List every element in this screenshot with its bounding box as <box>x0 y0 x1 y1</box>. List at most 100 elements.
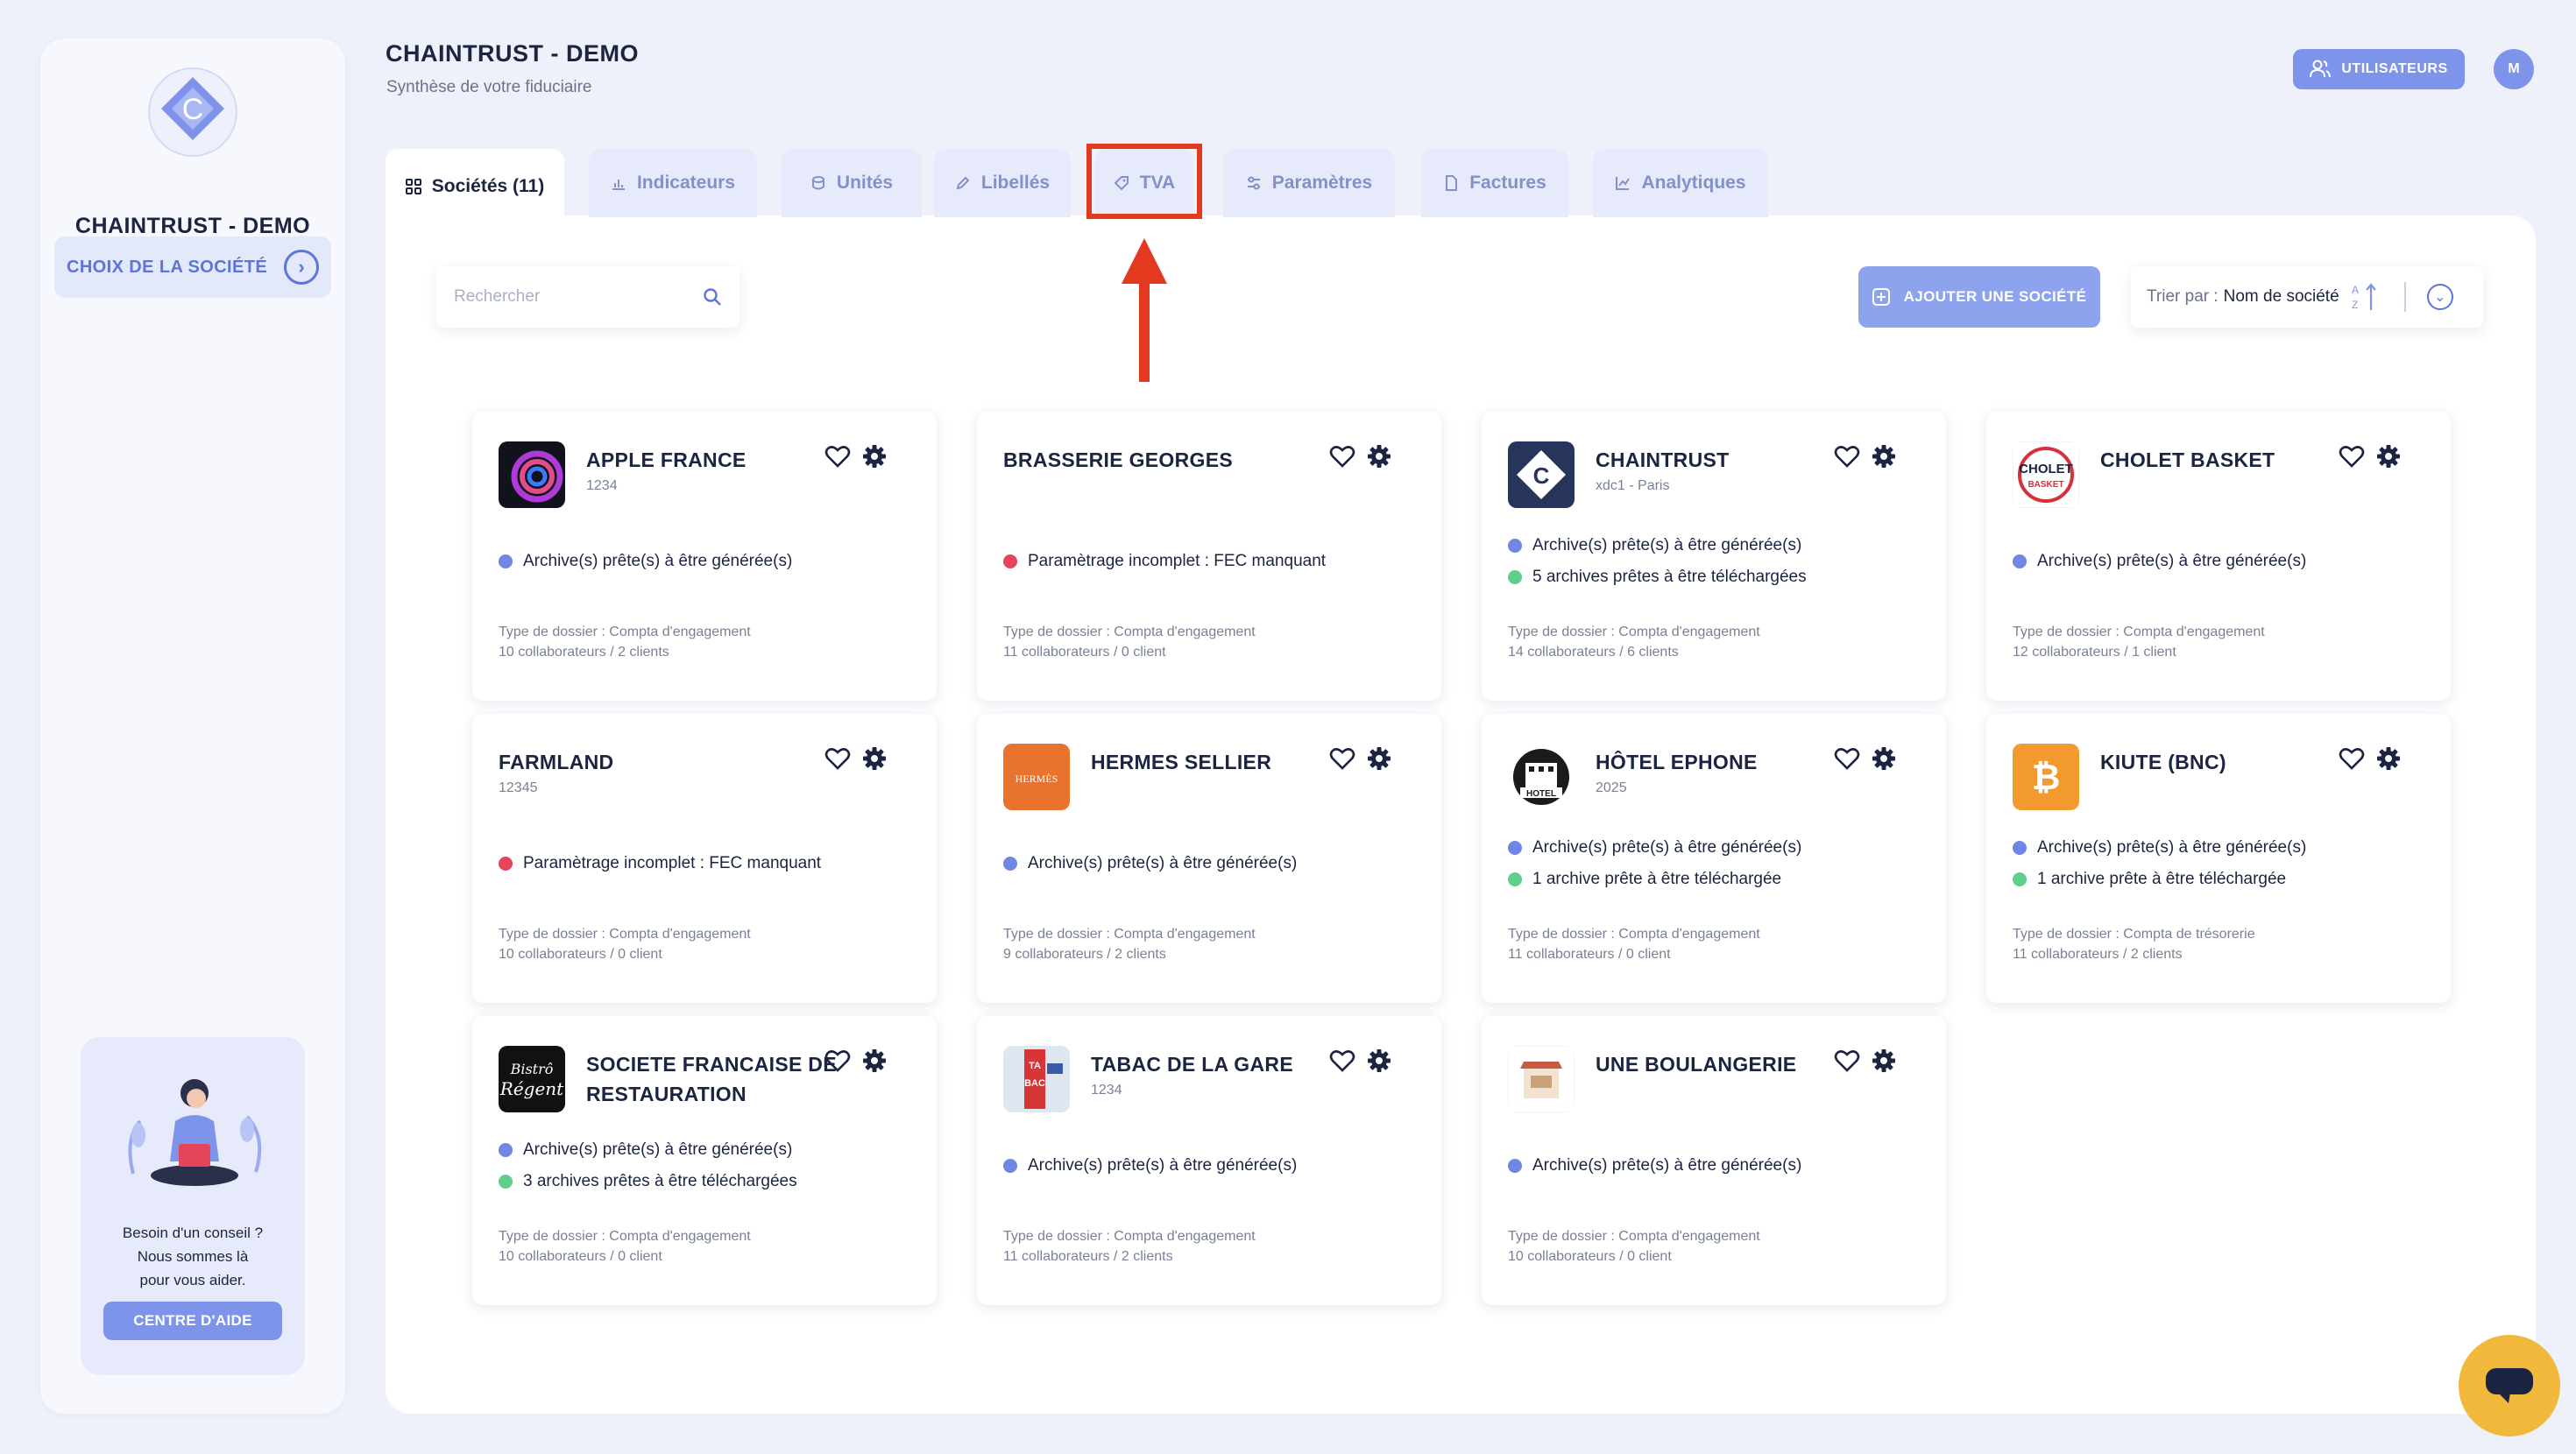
tab-unites[interactable]: Unités <box>782 149 922 217</box>
line-chart-icon <box>1616 177 1631 190</box>
status-dot <box>1508 872 1522 886</box>
sort-az-icon[interactable]: A Z <box>2352 282 2378 312</box>
search-icon[interactable] <box>703 287 722 307</box>
file-icon <box>1446 175 1458 191</box>
company-name[interactable]: UNE BOULANGERIE <box>1596 1049 1850 1079</box>
gear-icon[interactable] <box>2375 745 2402 772</box>
status-line: Archive(s) prête(s) à être générée(s) <box>1003 854 1297 873</box>
heart-icon[interactable] <box>824 745 851 772</box>
company-card[interactable]: UNE BOULANGERIE Archive(s) prête(s) à êtr… <box>1482 1016 1946 1305</box>
company-card[interactable]: TA BAC TABAC DE LA GARE 1234 Archive(s) prêt… <box>977 1016 1441 1305</box>
heart-icon[interactable] <box>1329 1048 1355 1074</box>
status-dot <box>2013 841 2027 855</box>
gear-icon[interactable] <box>861 1048 888 1074</box>
heart-icon[interactable] <box>1329 443 1355 469</box>
users-button-label: UTILISATEURS <box>2341 61 2448 76</box>
tab-factures[interactable]: Factures <box>1421 149 1568 217</box>
sort-prefix: Trier par : <box>2147 287 2219 306</box>
users-icon <box>2310 60 2332 78</box>
avatar[interactable]: M <box>2494 49 2534 89</box>
company-name[interactable]: CHOLET BASKET <box>2100 445 2354 475</box>
type-value: Compta d'engagement <box>1114 625 1256 639</box>
chat-bubble-icon <box>2486 1368 2533 1403</box>
company-name[interactable]: APPLE FRANCE <box>586 445 840 475</box>
heart-icon[interactable] <box>2339 745 2365 772</box>
company-card[interactable]: C CHAINTRUST xdc1 - Paris Archive(s) prête(… <box>1482 412 1946 701</box>
hermes-logo-icon: HERMÈS <box>1003 744 1070 810</box>
company-code: 1234 <box>586 478 618 493</box>
company-name[interactable]: SOCIETE FRANCAISE DE RESTAURATION <box>586 1049 840 1109</box>
tab-societes[interactable]: Sociétés (11) <box>386 149 564 224</box>
type-value: Compta d'engagement <box>1618 927 1760 942</box>
gear-icon[interactable] <box>1366 443 1392 469</box>
heart-icon[interactable] <box>1329 745 1355 772</box>
gear-icon[interactable] <box>1871 1048 1897 1074</box>
add-company-button[interactable]: AJOUTER UNE SOCIÉTÉ <box>1858 266 2100 328</box>
heart-icon[interactable] <box>1834 1048 1860 1074</box>
apple-logo-icon <box>499 441 565 508</box>
bakery-logo-icon <box>1508 1046 1575 1112</box>
company-card[interactable]: APPLE FRANCE 1234 Archive(s) prête(s) à êt… <box>472 412 937 701</box>
company-name[interactable]: BRASSERIE GEORGES <box>1003 445 1257 475</box>
status-text: Archive(s) prête(s) à être générée(s) <box>2037 552 2307 570</box>
tab-indicateurs[interactable]: Indicateurs <box>589 149 757 217</box>
status-line: Archive(s) prête(s) à être générée(s) <box>499 1140 792 1160</box>
heart-icon[interactable] <box>1834 745 1860 772</box>
company-name[interactable]: HERMES SELLIER <box>1091 747 1345 777</box>
svg-text:TA: TA <box>1029 1061 1041 1071</box>
gear-icon[interactable] <box>1366 745 1392 772</box>
gear-icon[interactable] <box>2375 443 2402 469</box>
pen-icon <box>956 176 970 190</box>
type-label: Type de dossier : <box>1508 927 1615 942</box>
tab-parametres[interactable]: Paramètres <box>1223 149 1395 217</box>
status-line: Archive(s) prête(s) à être générée(s) <box>1508 1156 1801 1175</box>
company-name[interactable]: CHAINTRUST <box>1596 445 1850 475</box>
gear-icon[interactable] <box>1871 443 1897 469</box>
company-name[interactable]: KIUTE (BNC) <box>2100 747 2354 777</box>
heart-icon[interactable] <box>1834 443 1860 469</box>
company-name[interactable]: FARMLAND <box>499 747 753 777</box>
search-input[interactable] <box>454 287 703 307</box>
chevron-down-icon[interactable]: ⌄ <box>2426 284 2453 310</box>
gear-icon[interactable] <box>1871 745 1897 772</box>
sort-divider <box>2403 282 2406 312</box>
status-text: 1 archive prête à être téléchargée <box>1532 870 1782 888</box>
status-dot <box>2013 872 2027 886</box>
svg-text:C: C <box>1533 462 1550 489</box>
company-card[interactable]: Bistrô Régent SOCIETE FRANCAISE DE RESTAUR… <box>472 1016 937 1305</box>
company-card[interactable]: ₿ KIUTE (BNC) Archive(s) prête(s) à être g… <box>1986 714 2451 1003</box>
company-card[interactable]: FARMLAND 12345 Paramètrage incomplet : FEC… <box>472 714 937 1003</box>
choose-company-button[interactable]: CHOIX DE LA SOCIÉTÉ › <box>54 236 331 298</box>
gear-icon[interactable] <box>1366 1048 1392 1074</box>
company-card[interactable]: HERMÈS HERMES SELLIER Archive(s) prête(s) … <box>977 714 1441 1003</box>
type-value: Compta d'engagement <box>1114 1229 1256 1244</box>
gear-icon[interactable] <box>861 443 888 469</box>
help-line-1: Besoin d'un conseil ? <box>122 1225 264 1241</box>
heart-icon[interactable] <box>824 1048 851 1074</box>
company-card[interactable]: HOTEL HÔTEL EPHONE 2025 Archive(s) prête(s)… <box>1482 714 1946 1003</box>
sort-control[interactable]: Trier par : Nom de société A Z ⌄ <box>2131 266 2483 328</box>
company-name[interactable]: TABAC DE LA GARE <box>1091 1049 1345 1079</box>
status-line: Archive(s) prête(s) à être générée(s) <box>1508 536 1801 555</box>
chat-button[interactable] <box>2459 1335 2560 1436</box>
company-meta: Type de dossier : Compta d'engagement 10 … <box>1508 1226 1760 1267</box>
svg-text:HERMÈS: HERMÈS <box>1016 773 1058 785</box>
company-name[interactable]: HÔTEL EPHONE <box>1596 747 1850 777</box>
type-label: Type de dossier : <box>1003 625 1110 639</box>
heart-icon[interactable] <box>824 443 851 469</box>
tab-label: Sociétés (11) <box>431 176 545 196</box>
company-card[interactable]: CHOLET BASKET CHOLET BASKET Archive(s) prêt… <box>1986 412 2451 701</box>
users-button[interactable]: UTILISATEURS <box>2293 49 2465 89</box>
heart-icon[interactable] <box>2339 443 2365 469</box>
help-center-button[interactable]: CENTRE D'AIDE <box>103 1302 282 1340</box>
help-card: Besoin d'un conseil ? Nous sommes là pou… <box>81 1037 305 1375</box>
tab-libelles[interactable]: Libellés <box>934 149 1071 217</box>
type-value: Compta de trésorerie <box>2123 927 2255 942</box>
help-line-2: Nous sommes là <box>137 1248 249 1265</box>
tab-label: Unités <box>836 173 894 193</box>
svg-text:HOTEL: HOTEL <box>1526 789 1556 799</box>
gear-icon[interactable] <box>861 745 888 772</box>
company-card[interactable]: BRASSERIE GEORGES Paramètrage incomplet :… <box>977 412 1441 701</box>
status-text: 3 archives prêtes à être téléchargées <box>523 1172 797 1190</box>
tab-analytiques[interactable]: Analytiques <box>1593 149 1768 217</box>
